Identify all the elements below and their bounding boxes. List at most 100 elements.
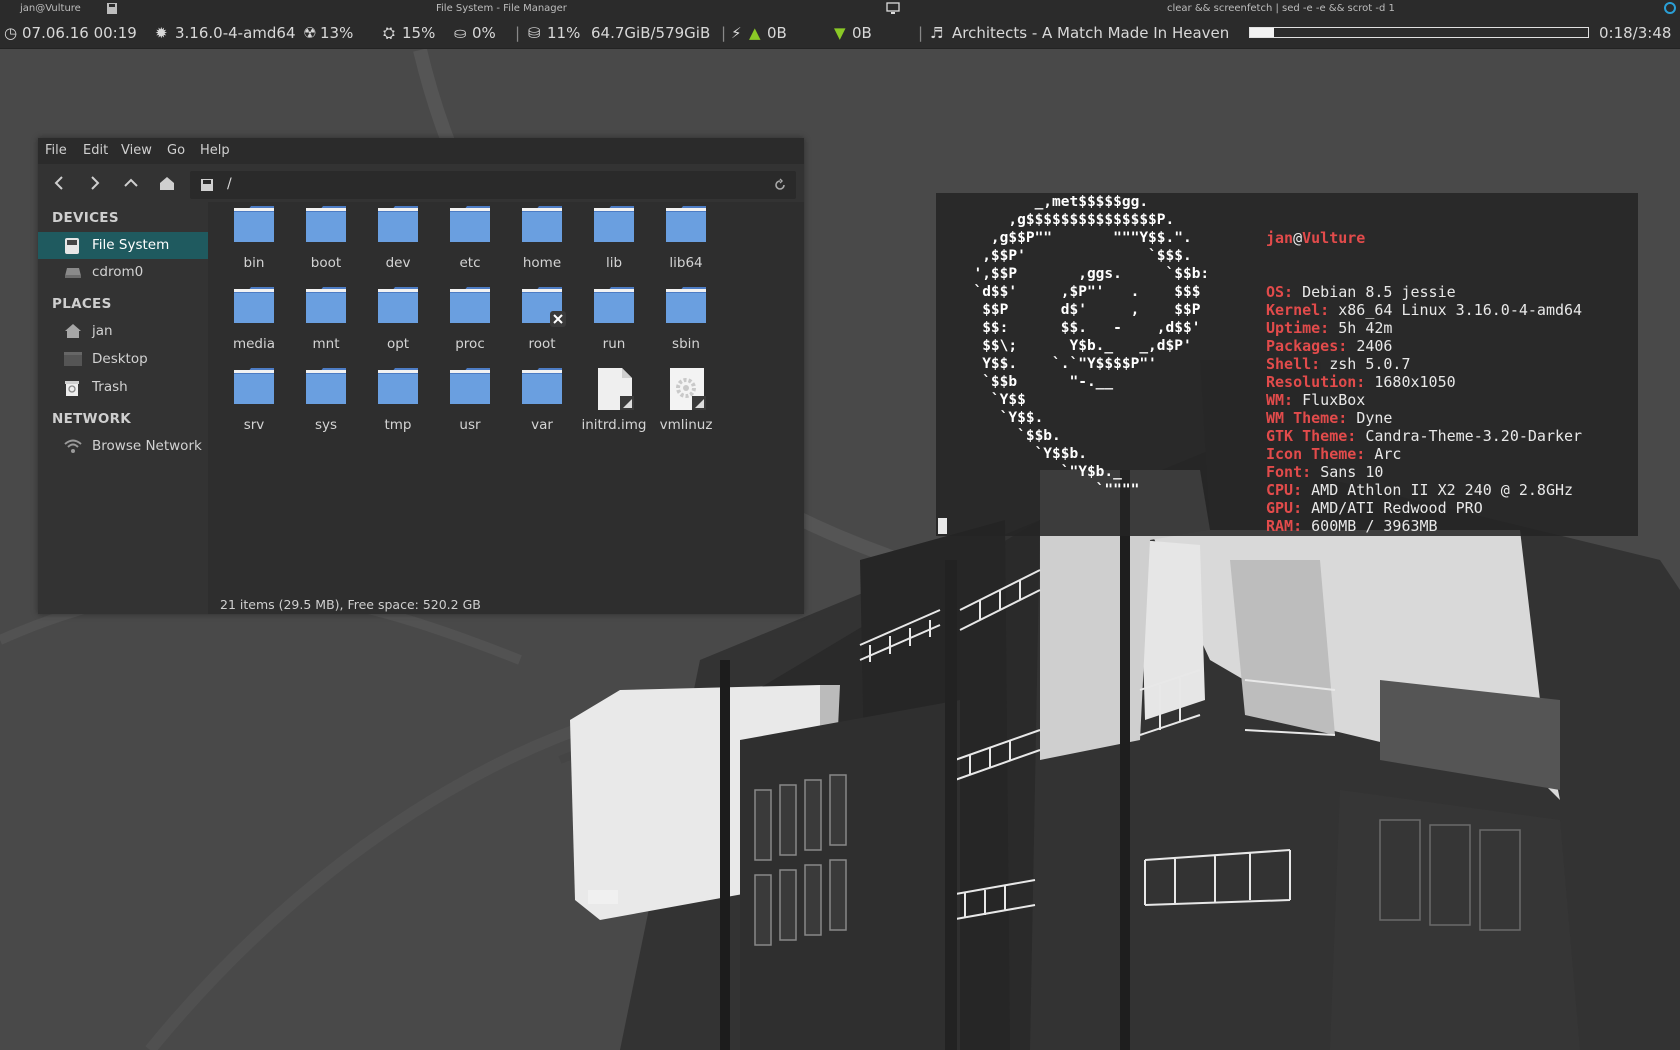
user-host-line: jan@Vulture: [1266, 229, 1582, 247]
download-arrow-icon: ▼: [834, 24, 846, 42]
lightning-icon: ⚡: [731, 24, 742, 42]
info-row: WM Theme: Dyne: [1266, 409, 1582, 427]
status-text: 21 items (29.5 MB), Free space: 520.2 GB: [220, 597, 481, 612]
disk-icon: ⛁: [528, 24, 541, 42]
file-item-label: media: [232, 336, 276, 352]
wifi-network-icon: [64, 438, 82, 455]
folder-icon: [376, 366, 420, 412]
location-path[interactable]: /: [227, 176, 232, 192]
music-note-icon: ♬: [930, 24, 944, 42]
info-value: Sans 10: [1320, 463, 1384, 481]
kernel-version: 3.16.0-4-amd64: [175, 24, 296, 42]
menu-help[interactable]: Help: [200, 143, 230, 158]
info-key: Resolution:: [1266, 373, 1366, 391]
file-item-boot[interactable]: boot: [290, 204, 362, 280]
file-item-lib64[interactable]: lib64: [650, 204, 722, 280]
back-button[interactable]: [51, 174, 69, 192]
menu-go[interactable]: Go: [167, 143, 185, 158]
file-item-root[interactable]: root: [506, 285, 578, 361]
file-item-label: mnt: [312, 336, 340, 352]
menu-edit[interactable]: Edit: [83, 143, 108, 158]
left-window-title[interactable]: jan@Vulture: [20, 3, 81, 14]
file-item-label: initrd.img: [581, 417, 647, 433]
right-window-title[interactable]: clear && screenfetch | sed -e -e && scro…: [1167, 3, 1395, 14]
drive-icon: [64, 237, 82, 254]
up-button[interactable]: [122, 174, 140, 192]
file-item-label: boot: [310, 255, 342, 271]
file-item-bin[interactable]: bin: [218, 204, 290, 280]
logo-line: `d$$' ,$P"' . $$$: [956, 284, 1201, 300]
file-item-sbin[interactable]: sbin: [650, 285, 722, 361]
trash-icon: [64, 379, 82, 396]
file-item-lib[interactable]: lib: [578, 204, 650, 280]
screenfetch-info: jan@Vulture OS: Debian 8.5 jessie Kernel:…: [1266, 193, 1582, 535]
info-row: Uptime: 5h 42m: [1266, 319, 1582, 337]
file-item-media[interactable]: media: [218, 285, 290, 361]
forward-button[interactable]: [86, 174, 104, 192]
info-value: x86_64 Linux 3.16.0-4-amd64: [1338, 301, 1583, 319]
file-item-proc[interactable]: proc: [434, 285, 506, 361]
file-item-initrd-img[interactable]: initrd.img: [578, 366, 650, 442]
menu-bar: File Edit View Go Help: [38, 138, 804, 164]
file-item-dev[interactable]: dev: [362, 204, 434, 280]
menu-view[interactable]: View: [121, 143, 152, 158]
sidebar-item-file-system[interactable]: File System: [38, 232, 208, 259]
file-item-var[interactable]: var: [506, 366, 578, 442]
now-playing-track[interactable]: Architects - A Match Made In Heaven: [952, 24, 1229, 42]
sidebar-item-cdrom0[interactable]: cdrom0: [38, 259, 208, 286]
logo-line: `"Y$b._: [956, 464, 1122, 480]
disk-usage: 64.7GiB/579GiB: [591, 24, 711, 42]
file-item-label: lib64: [669, 255, 703, 271]
sidebar: DEVICES File System cdrom0 PLACES jan De…: [38, 202, 208, 614]
cpu-usage: 13%: [320, 24, 354, 42]
file-item-tmp[interactable]: tmp: [362, 366, 434, 442]
home-button[interactable]: [158, 174, 176, 192]
file-item-usr[interactable]: usr: [434, 366, 506, 442]
sidebar-item-label: cdrom0: [92, 264, 144, 280]
sidebar-item-trash[interactable]: Trash: [38, 374, 208, 401]
file-item-label: sbin: [672, 336, 700, 352]
logo-line: $$: $$. - ,d$$': [956, 320, 1201, 336]
file-item-opt[interactable]: opt: [362, 285, 434, 361]
file-item-label: run: [602, 336, 626, 352]
sidebar-item-browse-network[interactable]: Browse Network: [38, 433, 208, 460]
file-item-etc[interactable]: etc: [434, 204, 506, 280]
terminal-window[interactable]: _,met$$$$$gg. ,g$$$$$$$$$$$$$$$P. ,g$$P"…: [936, 193, 1638, 536]
status-separator: |: [918, 24, 924, 42]
folder-icon: [520, 285, 566, 331]
info-key: Shell:: [1266, 355, 1321, 373]
drive-icon: [200, 177, 214, 196]
reload-icon[interactable]: [773, 177, 787, 196]
folder-icon: [304, 366, 348, 412]
file-item-mnt[interactable]: mnt: [290, 285, 362, 361]
track-progress-bar[interactable]: [1249, 27, 1589, 38]
folder-icon: [232, 285, 276, 331]
menu-file[interactable]: File: [45, 143, 67, 158]
folder-icon: [232, 366, 276, 412]
center-window-title[interactable]: File System - File Manager: [436, 3, 567, 14]
folder-icon: [592, 285, 636, 331]
memory-usage: 15%: [402, 24, 436, 42]
floppy-icon[interactable]: [106, 2, 118, 18]
monitor-icon[interactable]: [886, 2, 900, 18]
sidebar-item-label: Desktop: [92, 351, 148, 367]
logo-line: _,met$$$$$gg.: [956, 194, 1149, 210]
logo-line: ',$$P ,ggs. `$$b:: [956, 266, 1210, 282]
file-item-home[interactable]: home: [506, 204, 578, 280]
file-item-run[interactable]: run: [578, 285, 650, 361]
sidebar-item-desktop[interactable]: Desktop: [38, 346, 208, 373]
file-item-vmlinuz[interactable]: vmlinuz: [650, 366, 722, 442]
clock-icon: ◷: [4, 24, 18, 42]
sidebar-item-jan[interactable]: jan: [38, 318, 208, 345]
info-row: OS: Debian 8.5 jessie: [1266, 283, 1582, 301]
file-item-srv[interactable]: srv: [218, 366, 290, 442]
file-item-label: vmlinuz: [659, 417, 713, 433]
folder-icon: [448, 285, 492, 331]
location-bar[interactable]: /: [190, 171, 796, 199]
file-item-sys[interactable]: sys: [290, 366, 362, 442]
net-download: 0B: [852, 24, 872, 42]
folder-icon: [448, 204, 492, 250]
logo-line: $$P d$' , $$P: [956, 302, 1201, 318]
info-key: Font:: [1266, 463, 1312, 481]
memory-icon: ⛭: [383, 24, 396, 42]
